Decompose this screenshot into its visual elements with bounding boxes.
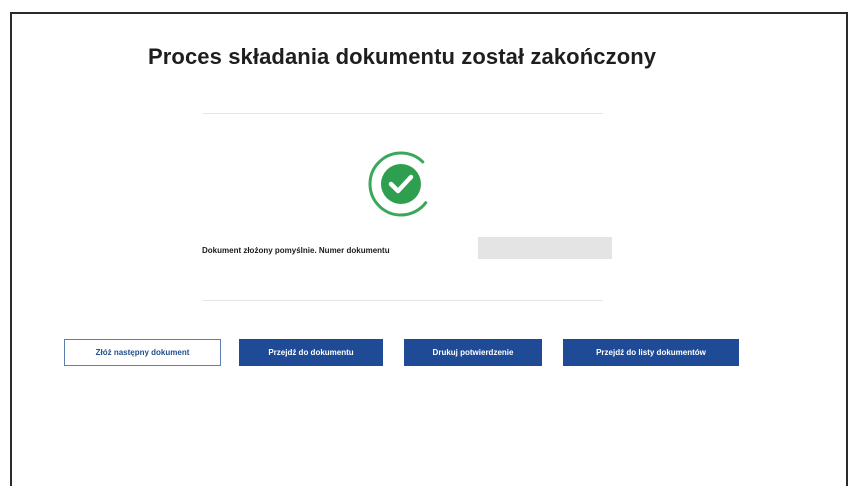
submit-next-document-button[interactable]: Złóż następny dokument bbox=[64, 339, 221, 366]
document-number-field bbox=[478, 237, 612, 259]
page-title: Proces składania dokumentu został zakońc… bbox=[148, 44, 657, 69]
go-to-document-button[interactable]: Przejdź do dokumentu bbox=[239, 339, 383, 366]
go-to-document-list-button[interactable]: Przejdź do listy dokumentów bbox=[563, 339, 739, 366]
page-frame bbox=[10, 12, 848, 486]
top-divider bbox=[203, 113, 603, 114]
check-circle-icon bbox=[366, 149, 436, 219]
success-message: Dokument złożony pomyślnie. Numer dokume… bbox=[202, 246, 390, 255]
bottom-divider bbox=[203, 300, 603, 301]
print-confirmation-button[interactable]: Drukuj potwierdzenie bbox=[404, 339, 542, 366]
